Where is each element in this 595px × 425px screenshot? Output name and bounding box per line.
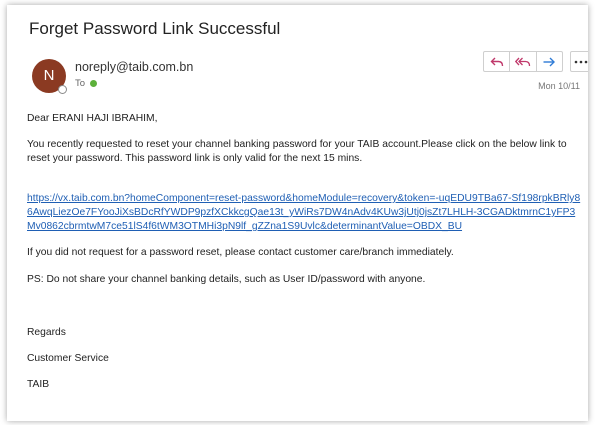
more-icon (574, 60, 588, 63)
email-body: Dear ERANI HAJI IBRAHIM, You recently re… (27, 112, 583, 392)
body-paragraph-3: PS: Do not share your channel banking de… (27, 274, 426, 285)
recipient-line: To (75, 78, 98, 89)
reply-all-button[interactable] (510, 52, 537, 71)
to-label: To (75, 78, 86, 89)
email-reading-pane: Forget Password Link Successful N norepl… (7, 5, 588, 421)
greeting: Dear ERANI HAJI IBRAHIM, (27, 113, 158, 124)
forward-icon (543, 57, 556, 66)
signature-regards: Regards (27, 327, 66, 338)
email-subject: Forget Password Link Successful (29, 19, 281, 38)
reply-icon (490, 57, 503, 66)
forward-button[interactable] (537, 52, 562, 71)
signature-org: TAIB (27, 379, 50, 390)
body-paragraph-1: You recently requested to reset your cha… (27, 139, 567, 164)
received-date: Mon 10/11 (538, 81, 580, 91)
reset-password-link[interactable]: https://vx.taib.com.bn?homeComponent=res… (27, 193, 580, 232)
sender-address[interactable]: noreply@taib.com.bn (75, 60, 193, 74)
avatar-initial: N (43, 67, 55, 84)
recipient-status-icon[interactable] (90, 79, 98, 87)
reply-button[interactable] (484, 52, 511, 71)
signature-team: Customer Service (27, 353, 109, 364)
reply-all-icon (514, 57, 531, 66)
message-actions (483, 51, 563, 72)
more-actions-button[interactable] (570, 51, 588, 72)
presence-status-icon (58, 85, 67, 94)
body-paragraph-2: If you did not request for a password re… (27, 247, 454, 258)
